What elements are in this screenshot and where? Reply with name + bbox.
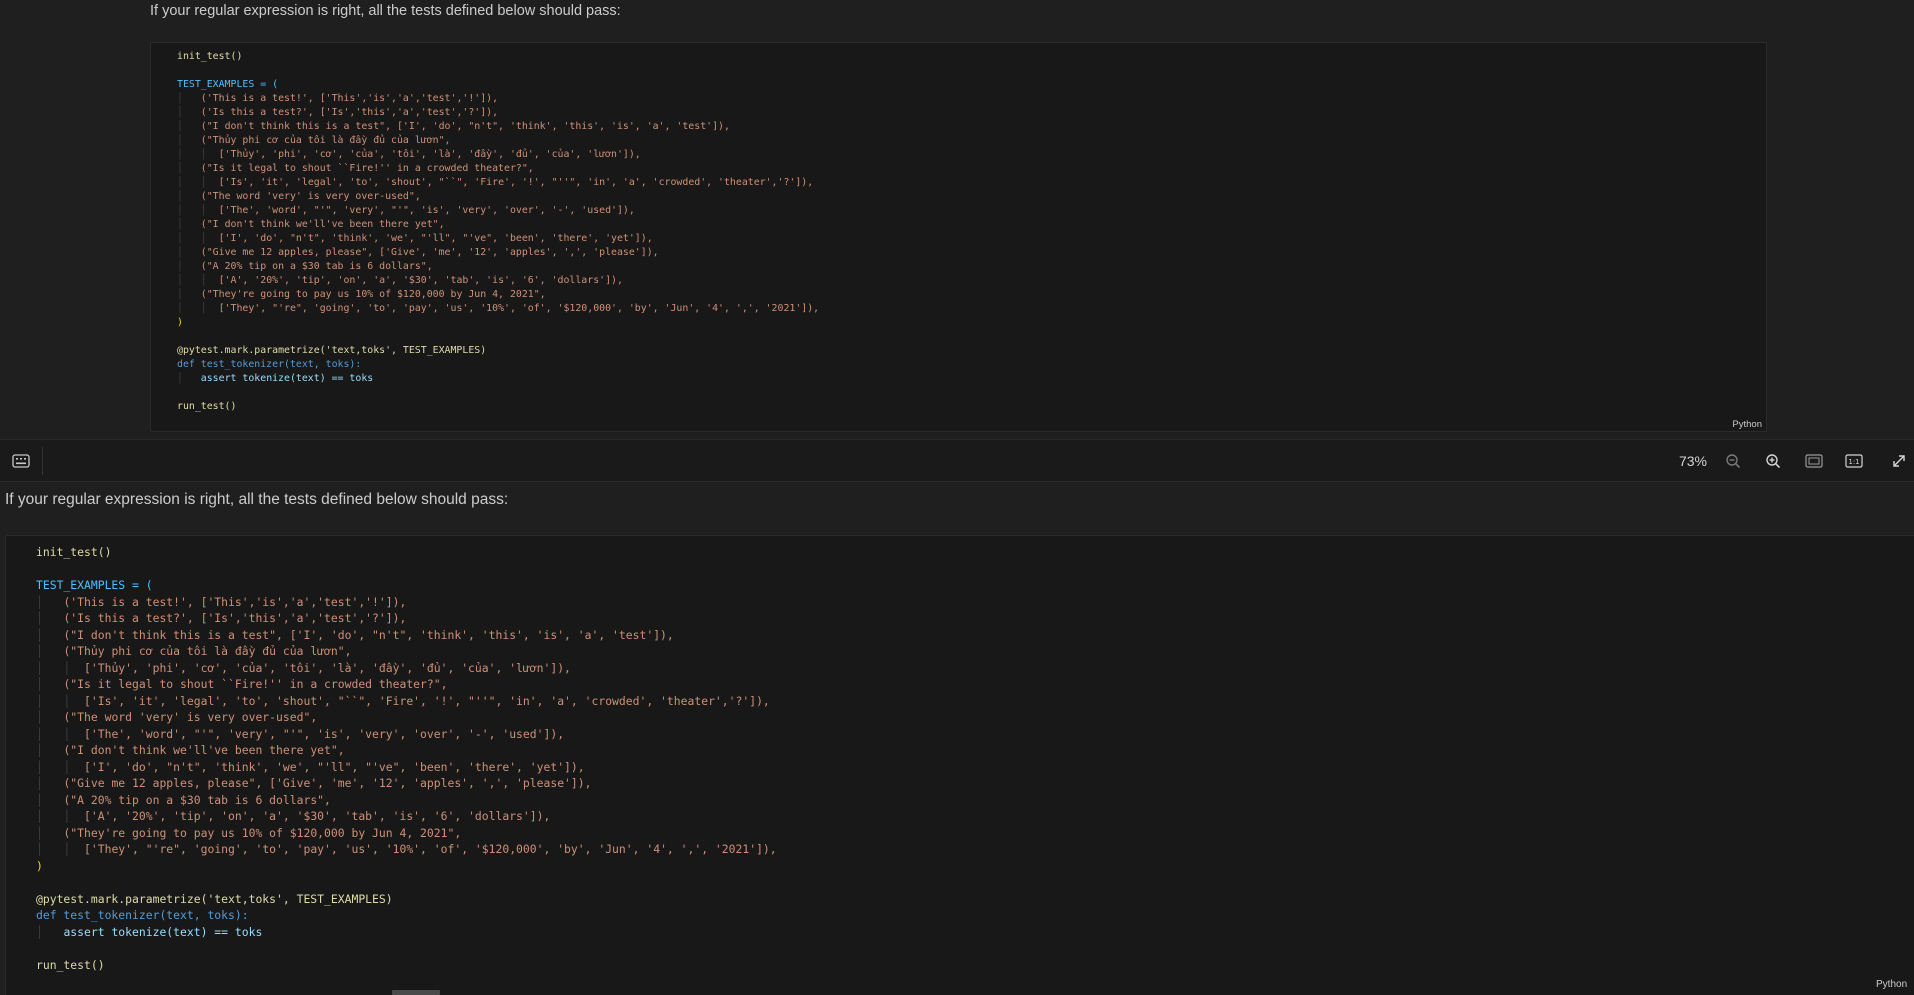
actual-size-icon[interactable]: 1:1 (1841, 448, 1867, 474)
keyboard-icon[interactable] (8, 448, 34, 474)
code-language-label: Python (1876, 979, 1908, 990)
code-content: init_test() TEST_EXAMPLES = ( │ ('This i… (36, 545, 777, 972)
preview-toolbar: 73% 1:1 (0, 439, 1914, 482)
code-block: init_test() TEST_EXAMPLES = ( │ ('This i… (150, 42, 1767, 432)
expand-icon[interactable] (1886, 448, 1912, 474)
svg-text:1:1: 1:1 (1848, 458, 1859, 466)
code-block: init_test() TEST_EXAMPLES = ( │ ('This i… (5, 535, 1914, 995)
zoom-in-icon[interactable] (1760, 448, 1786, 474)
horizontal-scrollbar[interactable] (392, 990, 440, 995)
code-content: init_test() TEST_EXAMPLES = ( │ ('This i… (177, 51, 820, 412)
code-language-label: Python (1732, 419, 1762, 430)
zoom-out-icon[interactable] (1720, 448, 1746, 474)
preview-bottom-pane: If your regular expression is right, all… (0, 482, 1914, 995)
fit-to-window-icon[interactable] (1801, 448, 1827, 474)
preview-top-pane: If your regular expression is right, all… (0, 0, 1914, 439)
toolbar-divider (42, 447, 43, 475)
zoom-level: 73% (1678, 453, 1708, 469)
intro-text: If your regular expression is right, all… (150, 3, 621, 19)
intro-text: If your regular expression is right, all… (5, 491, 509, 508)
